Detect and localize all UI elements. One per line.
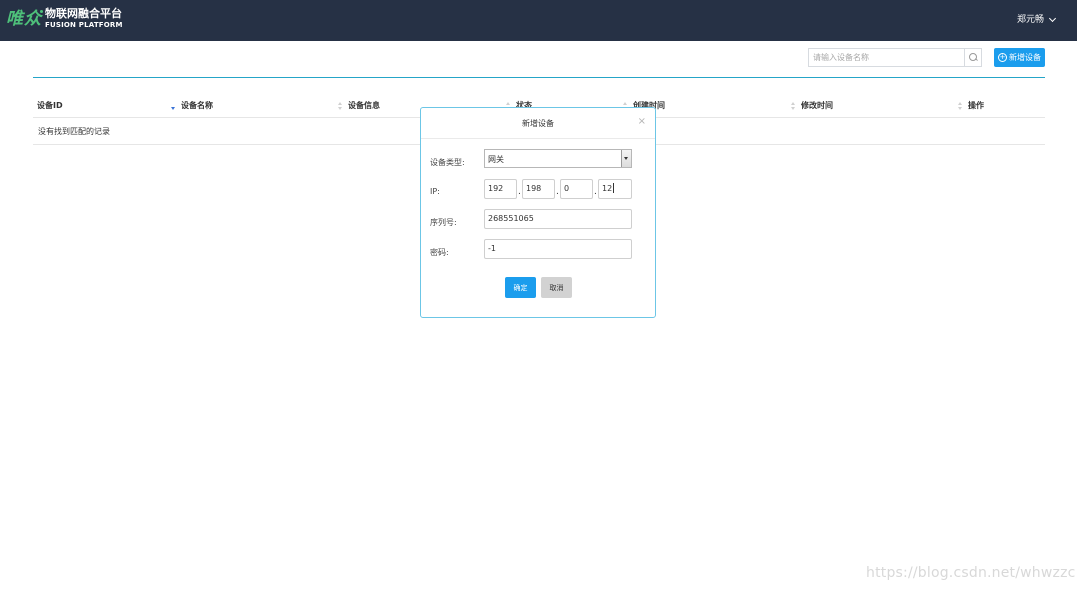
search-button[interactable] bbox=[964, 49, 981, 66]
dialog-header: 新增设备 × bbox=[421, 108, 655, 139]
ip-octet-3[interactable]: 0 bbox=[560, 179, 593, 199]
serial-number-label: 序列号: bbox=[430, 218, 457, 227]
search-box bbox=[808, 48, 982, 67]
device-type-select[interactable]: 网关 bbox=[484, 149, 632, 168]
ip-octet-4[interactable]: 12 bbox=[598, 179, 632, 199]
text-cursor bbox=[613, 183, 615, 193]
search-icon-handle bbox=[975, 58, 978, 61]
ip-octet-4-value: 12 bbox=[602, 184, 613, 193]
column-label: 设备信息 bbox=[348, 101, 380, 110]
column-label: 设备名称 bbox=[181, 101, 213, 110]
ip-separator: . bbox=[518, 187, 521, 197]
user-name: 郑元畅 bbox=[1016, 15, 1044, 25]
logo-dot bbox=[40, 10, 43, 13]
empty-message: 没有找到匹配的记录 bbox=[38, 127, 110, 136]
sort-icon bbox=[337, 101, 343, 111]
column-label: 操作 bbox=[968, 101, 984, 110]
device-type-value: 网关 bbox=[488, 155, 504, 164]
password-label: 密码: bbox=[430, 248, 449, 257]
column-header-device-name[interactable]: 设备名称 bbox=[170, 100, 213, 112]
ip-octet-1[interactable]: 192 bbox=[484, 179, 517, 199]
plus-circle-icon: + bbox=[998, 53, 1007, 62]
column-label: 修改时间 bbox=[801, 101, 833, 110]
cancel-button[interactable]: 取消 bbox=[541, 277, 572, 298]
serial-number-input[interactable]: 268551065 bbox=[484, 209, 632, 229]
close-icon[interactable]: × bbox=[638, 117, 646, 127]
add-device-label: 新增设备 bbox=[1009, 53, 1041, 62]
ip-octet-2[interactable]: 198 bbox=[522, 179, 555, 199]
add-device-button[interactable]: + 新增设备 bbox=[994, 48, 1045, 67]
column-header-device-info[interactable]: 设备信息 bbox=[337, 100, 380, 112]
top-navbar: 唯众 物联网融合平台 FUSION PLATFORM 郑元畅 bbox=[0, 0, 1077, 41]
platform-title: 物联网融合平台 bbox=[45, 7, 122, 20]
sort-icon bbox=[957, 101, 963, 111]
watermark: https://blog.csdn.net/whwzzc bbox=[866, 565, 1076, 581]
device-type-label: 设备类型: bbox=[430, 158, 465, 167]
search-input[interactable] bbox=[809, 49, 973, 66]
ip-label: IP: bbox=[430, 187, 440, 196]
ip-separator: . bbox=[594, 187, 597, 197]
column-label: 设备ID bbox=[37, 101, 63, 110]
dropdown-arrow-icon[interactable] bbox=[621, 150, 631, 167]
column-header-device-id[interactable]: 设备ID bbox=[37, 100, 63, 112]
column-header-actions[interactable]: 操作 bbox=[957, 100, 984, 112]
add-device-dialog: 新增设备 × 设备类型: 网关 IP: 192 . 198 . 0 . 12 序… bbox=[420, 107, 656, 318]
confirm-button[interactable]: 确定 bbox=[505, 277, 536, 298]
column-header-modified-time[interactable]: 修改时间 bbox=[790, 100, 833, 112]
platform-subtitle: FUSION PLATFORM bbox=[45, 21, 123, 29]
brand-logo: 唯众 bbox=[6, 9, 42, 29]
user-menu[interactable]: 郑元畅 bbox=[1016, 14, 1057, 26]
toolbar-divider bbox=[33, 77, 1045, 78]
chevron-down-icon bbox=[1048, 14, 1057, 23]
sort-icon bbox=[790, 101, 796, 111]
ip-separator: . bbox=[556, 187, 559, 197]
dialog-title: 新增设备 bbox=[522, 119, 554, 128]
sort-desc-icon bbox=[170, 101, 176, 111]
password-input[interactable]: -1 bbox=[484, 239, 632, 259]
